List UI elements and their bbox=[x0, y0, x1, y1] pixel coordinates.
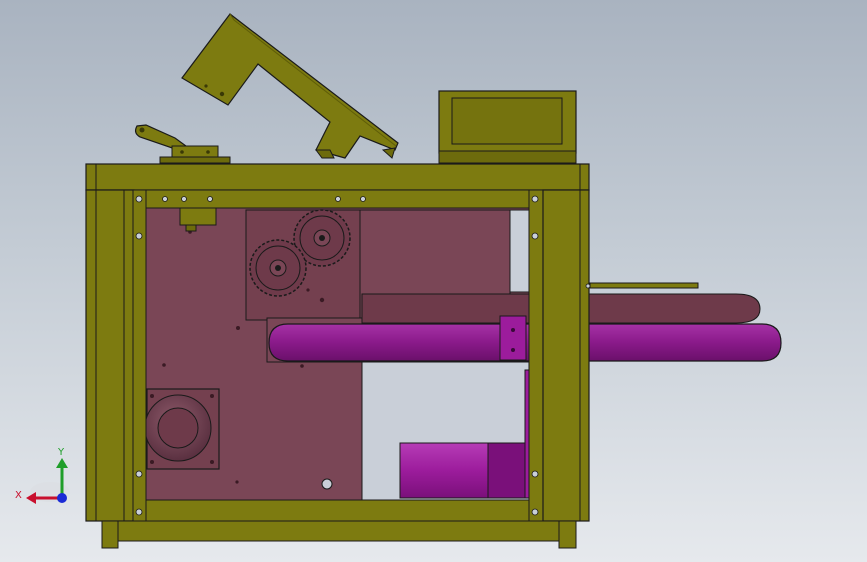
hood-pin-hole bbox=[219, 91, 225, 97]
hood-arm[interactable] bbox=[181, 13, 399, 159]
axis-triad: Y X bbox=[15, 447, 70, 504]
latch-handle[interactable] bbox=[134, 124, 231, 164]
x-axis-label: X bbox=[15, 490, 22, 501]
motor-flange bbox=[144, 388, 220, 470]
z-axis-origin bbox=[57, 493, 67, 503]
y-axis-label: Y bbox=[57, 447, 65, 458]
control-box[interactable] bbox=[438, 90, 577, 164]
gear-lower bbox=[249, 239, 307, 297]
frame-top-cap bbox=[85, 163, 590, 191]
cad-viewport[interactable]: Y X bbox=[0, 0, 867, 562]
machine-drawing: Y X bbox=[15, 13, 782, 549]
